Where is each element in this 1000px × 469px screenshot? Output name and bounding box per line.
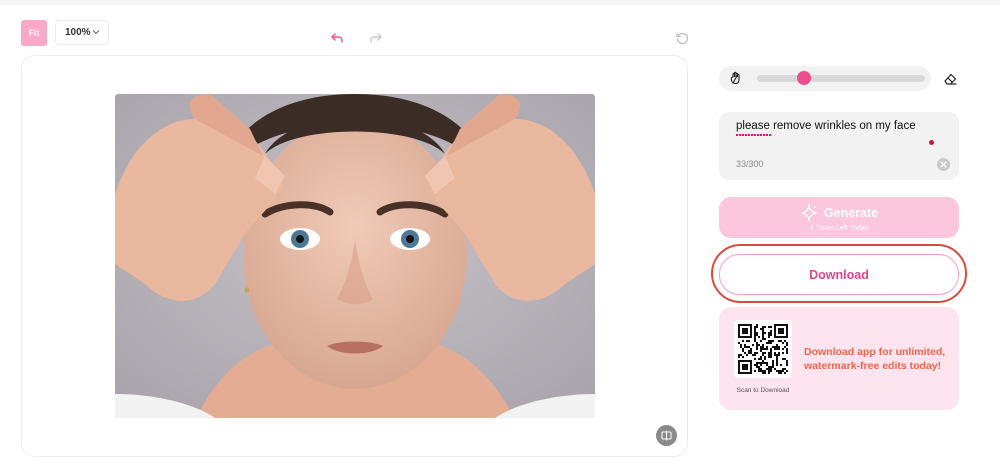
- spellcheck-underline: [736, 134, 772, 136]
- compare-toggle-icon[interactable]: [656, 425, 677, 446]
- prompt-text: please remove wrinkles on my face: [736, 120, 916, 132]
- photo-image: [115, 94, 595, 418]
- promo-message: Download app for unlimited, watermark-fr…: [804, 346, 946, 372]
- zoom-select[interactable]: 100%: [55, 20, 109, 45]
- undo-icon[interactable]: [329, 30, 345, 46]
- qr-code: [734, 320, 792, 378]
- qr-caption: Scan to Download: [736, 387, 790, 394]
- generate-remaining: 4 Times Left Today: [809, 225, 869, 232]
- clear-prompt-icon[interactable]: [937, 158, 950, 171]
- reset-icon[interactable]: [674, 30, 690, 46]
- chevron-down-icon: [92, 30, 100, 35]
- zoom-value: 100%: [65, 27, 91, 38]
- prompt-textarea[interactable]: please remove wrinkles on my face 33/300: [719, 112, 959, 180]
- download-label: Download: [809, 267, 869, 282]
- edited-photo[interactable]: [115, 94, 595, 418]
- redo-icon[interactable]: [368, 30, 384, 46]
- eraser-icon[interactable]: [942, 70, 959, 87]
- indicator-dot: [929, 140, 934, 145]
- fit-button[interactable]: Fit: [21, 20, 47, 46]
- brush-size-track[interactable]: [757, 75, 925, 82]
- brush-hand-icon[interactable]: [728, 70, 744, 86]
- brush-size-thumb[interactable]: [797, 71, 812, 85]
- generate-label: Generate: [823, 206, 879, 220]
- generate-button[interactable]: Generate 4 Times Left Today: [719, 197, 959, 238]
- download-button[interactable]: Download: [719, 254, 959, 295]
- sparkle-icon: [801, 204, 817, 222]
- top-divider: [0, 0, 1000, 5]
- character-count: 33/300: [736, 159, 764, 169]
